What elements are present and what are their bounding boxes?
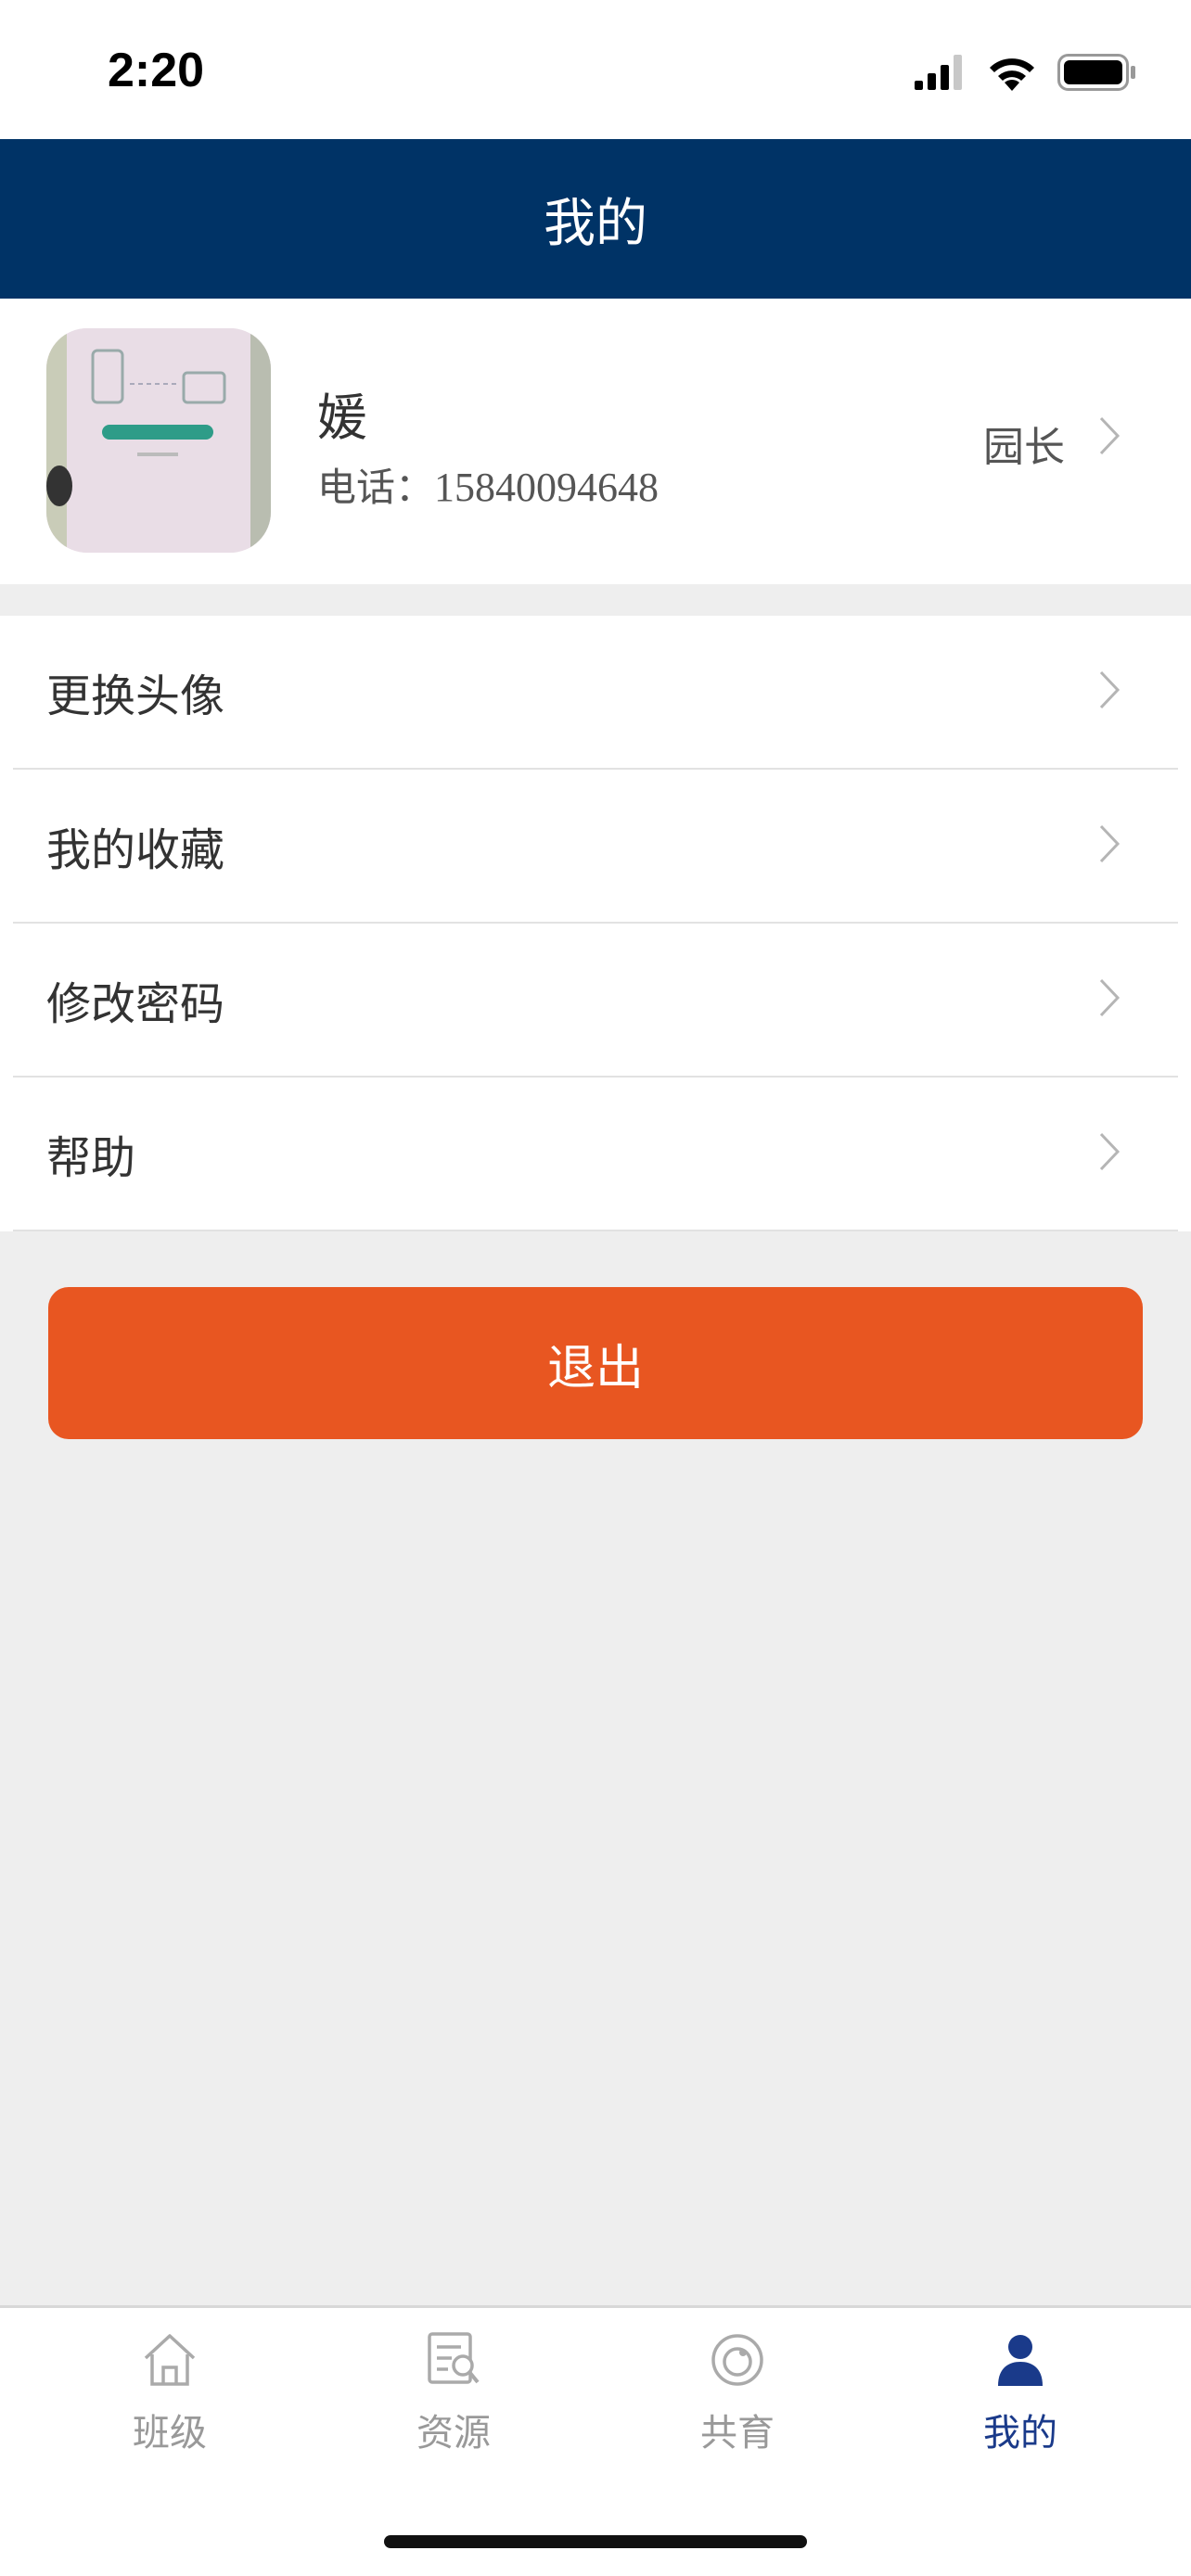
tab-resources[interactable]: 资源 xyxy=(361,2330,546,2479)
menu-item-help[interactable]: 帮助 xyxy=(0,1078,1191,1230)
chevron-right-icon xyxy=(1099,978,1121,1017)
profile-card[interactable]: 媛 电话：15840094648 园长 xyxy=(0,299,1191,584)
nav-bar: 我的 xyxy=(0,139,1191,299)
wifi-icon xyxy=(990,58,1034,91)
tab-label: 资源 xyxy=(416,2412,491,2455)
phone-number: 15840094648 xyxy=(434,465,660,510)
menu-item-favorites[interactable]: 我的收藏 xyxy=(0,770,1191,922)
home-indicator[interactable] xyxy=(384,2535,807,2548)
status-icons xyxy=(915,54,1135,91)
tab-label: 共育 xyxy=(700,2412,775,2455)
profile-role: 园长 xyxy=(983,424,1065,471)
user-icon xyxy=(998,2335,1043,2386)
resource-search-icon xyxy=(428,2332,480,2384)
tab-label: 我的 xyxy=(983,2412,1057,2455)
tab-label: 班级 xyxy=(133,2412,207,2455)
avatar[interactable] xyxy=(46,328,271,553)
chevron-right-icon xyxy=(1099,1132,1121,1171)
menu-item-change-avatar[interactable]: 更换头像 xyxy=(0,616,1191,768)
status-bar: 2:20 xyxy=(0,0,1191,139)
page-title: 我的 xyxy=(544,193,647,254)
tab-mine[interactable]: 我的 xyxy=(928,2330,1113,2479)
battery-icon xyxy=(1057,54,1135,91)
co-parenting-icon xyxy=(711,2334,763,2386)
settings-menu: 更换头像 我的收藏 修改密码 帮助 xyxy=(0,616,1191,1231)
avatar-photo xyxy=(46,328,271,553)
menu-item-label: 我的收藏 xyxy=(46,824,225,876)
chevron-right-icon xyxy=(1099,416,1121,455)
profile-name: 媛 xyxy=(317,389,367,447)
home-icon xyxy=(144,2334,196,2386)
signal-icon xyxy=(915,55,962,90)
menu-item-label: 更换头像 xyxy=(46,670,225,722)
status-time: 2:20 xyxy=(108,44,205,97)
chevron-right-icon xyxy=(1099,670,1121,709)
menu-item-change-password[interactable]: 修改密码 xyxy=(0,924,1191,1076)
tab-class[interactable]: 班级 xyxy=(77,2330,263,2479)
divider xyxy=(13,1230,1178,1231)
profile-phone: 电话：15840094648 xyxy=(317,456,659,513)
tab-co-parenting[interactable]: 共育 xyxy=(645,2330,830,2479)
logout-button[interactable]: 退出 xyxy=(48,1287,1143,1439)
phone-label: 电话： xyxy=(317,465,435,510)
menu-item-label: 帮助 xyxy=(46,1132,136,1184)
menu-item-label: 修改密码 xyxy=(46,978,225,1030)
chevron-right-icon xyxy=(1099,824,1121,863)
